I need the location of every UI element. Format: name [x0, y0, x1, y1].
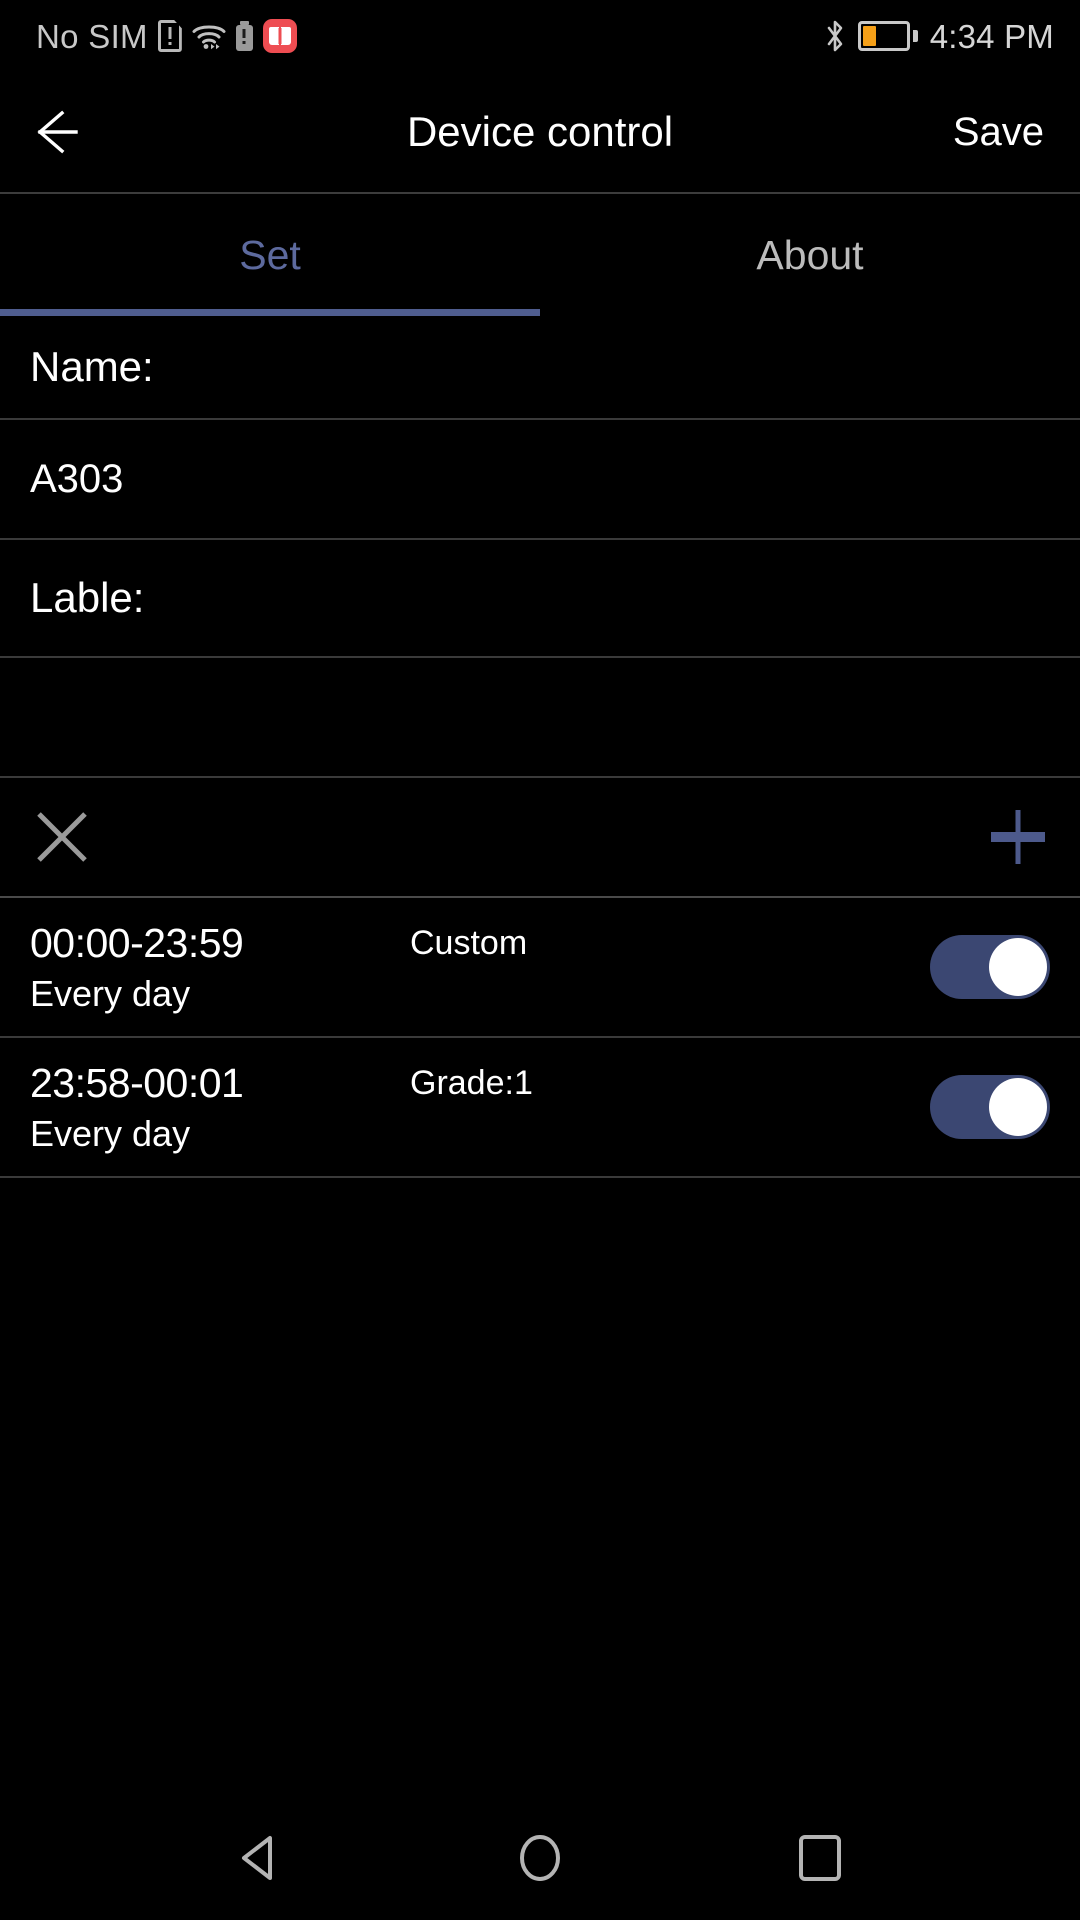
triangle-back-icon [227, 1825, 293, 1891]
schedule-mode: Grade:1 [410, 1064, 533, 1102]
save-button[interactable]: Save [953, 110, 1044, 155]
nav-back-button[interactable] [205, 1803, 315, 1913]
app-bar: Device control Save [0, 72, 1080, 194]
device-control-screen: No SIM 4:34 PM Device control Save Set A… [0, 0, 1080, 1920]
schedule-repeat: Every day [30, 972, 191, 1014]
tab-bar: Set About [0, 194, 1080, 316]
back-button[interactable] [0, 71, 122, 193]
battery-icon [857, 21, 918, 51]
schedule-mode: Custom [410, 924, 528, 962]
tab-about[interactable]: About [540, 194, 1080, 316]
system-navigation-bar [0, 1796, 1080, 1920]
lable-label: Lable: [30, 574, 145, 621]
wifi-icon [192, 22, 226, 50]
carrier-label: No SIM [36, 17, 148, 55]
add-schedule-button[interactable] [980, 799, 1056, 875]
back-arrow-icon [32, 103, 90, 161]
schedule-toggle[interactable] [930, 1075, 1050, 1139]
nav-recents-button[interactable] [765, 1803, 875, 1913]
name-label: Name: [30, 343, 154, 390]
delete-schedule-button[interactable] [24, 799, 100, 875]
schedule-time-range: 00:00-23:59 [30, 919, 244, 966]
schedule-row[interactable]: 23:58-00:01 Every day Grade:1 [0, 1038, 1080, 1178]
close-x-icon [31, 806, 93, 868]
book-app-icon [262, 19, 297, 53]
schedule-repeat: Every day [30, 1112, 191, 1154]
schedule-time-block: 23:58-00:01 Every day [30, 1059, 360, 1154]
name-label-row: Name: [0, 316, 1080, 420]
schedule-time-block: 00:00-23:59 Every day [30, 919, 360, 1014]
toggle-knob [989, 938, 1047, 996]
status-bar-left: No SIM [36, 19, 297, 53]
tab-active-indicator [0, 309, 540, 316]
name-input-value[interactable]: A303 [30, 457, 123, 502]
plus-icon [985, 804, 1051, 870]
bluetooth-icon [824, 19, 846, 53]
square-recents-icon [787, 1825, 853, 1891]
nav-home-button[interactable] [485, 1803, 595, 1913]
name-value-row[interactable]: A303 [0, 420, 1080, 540]
status-bar: No SIM 4:34 PM [0, 0, 1080, 72]
status-bar-right: 4:34 PM [824, 19, 1054, 53]
schedule-toggle[interactable] [930, 935, 1050, 999]
schedule-time-range: 23:58-00:01 [30, 1059, 244, 1106]
schedule-actions-row [0, 778, 1080, 898]
page-title: Device control [406, 108, 674, 155]
lable-value-row[interactable] [0, 658, 1080, 778]
schedule-row[interactable]: 00:00-23:59 Every day Custom [0, 898, 1080, 1038]
battery-alert-icon [235, 21, 253, 51]
circle-home-icon [507, 1825, 573, 1891]
tab-set[interactable]: Set [0, 194, 540, 316]
toggle-knob [989, 1078, 1047, 1136]
clock-label: 4:34 PM [929, 17, 1054, 55]
lable-label-row: Lable: [0, 540, 1080, 658]
sim-card-error-icon [157, 20, 182, 52]
